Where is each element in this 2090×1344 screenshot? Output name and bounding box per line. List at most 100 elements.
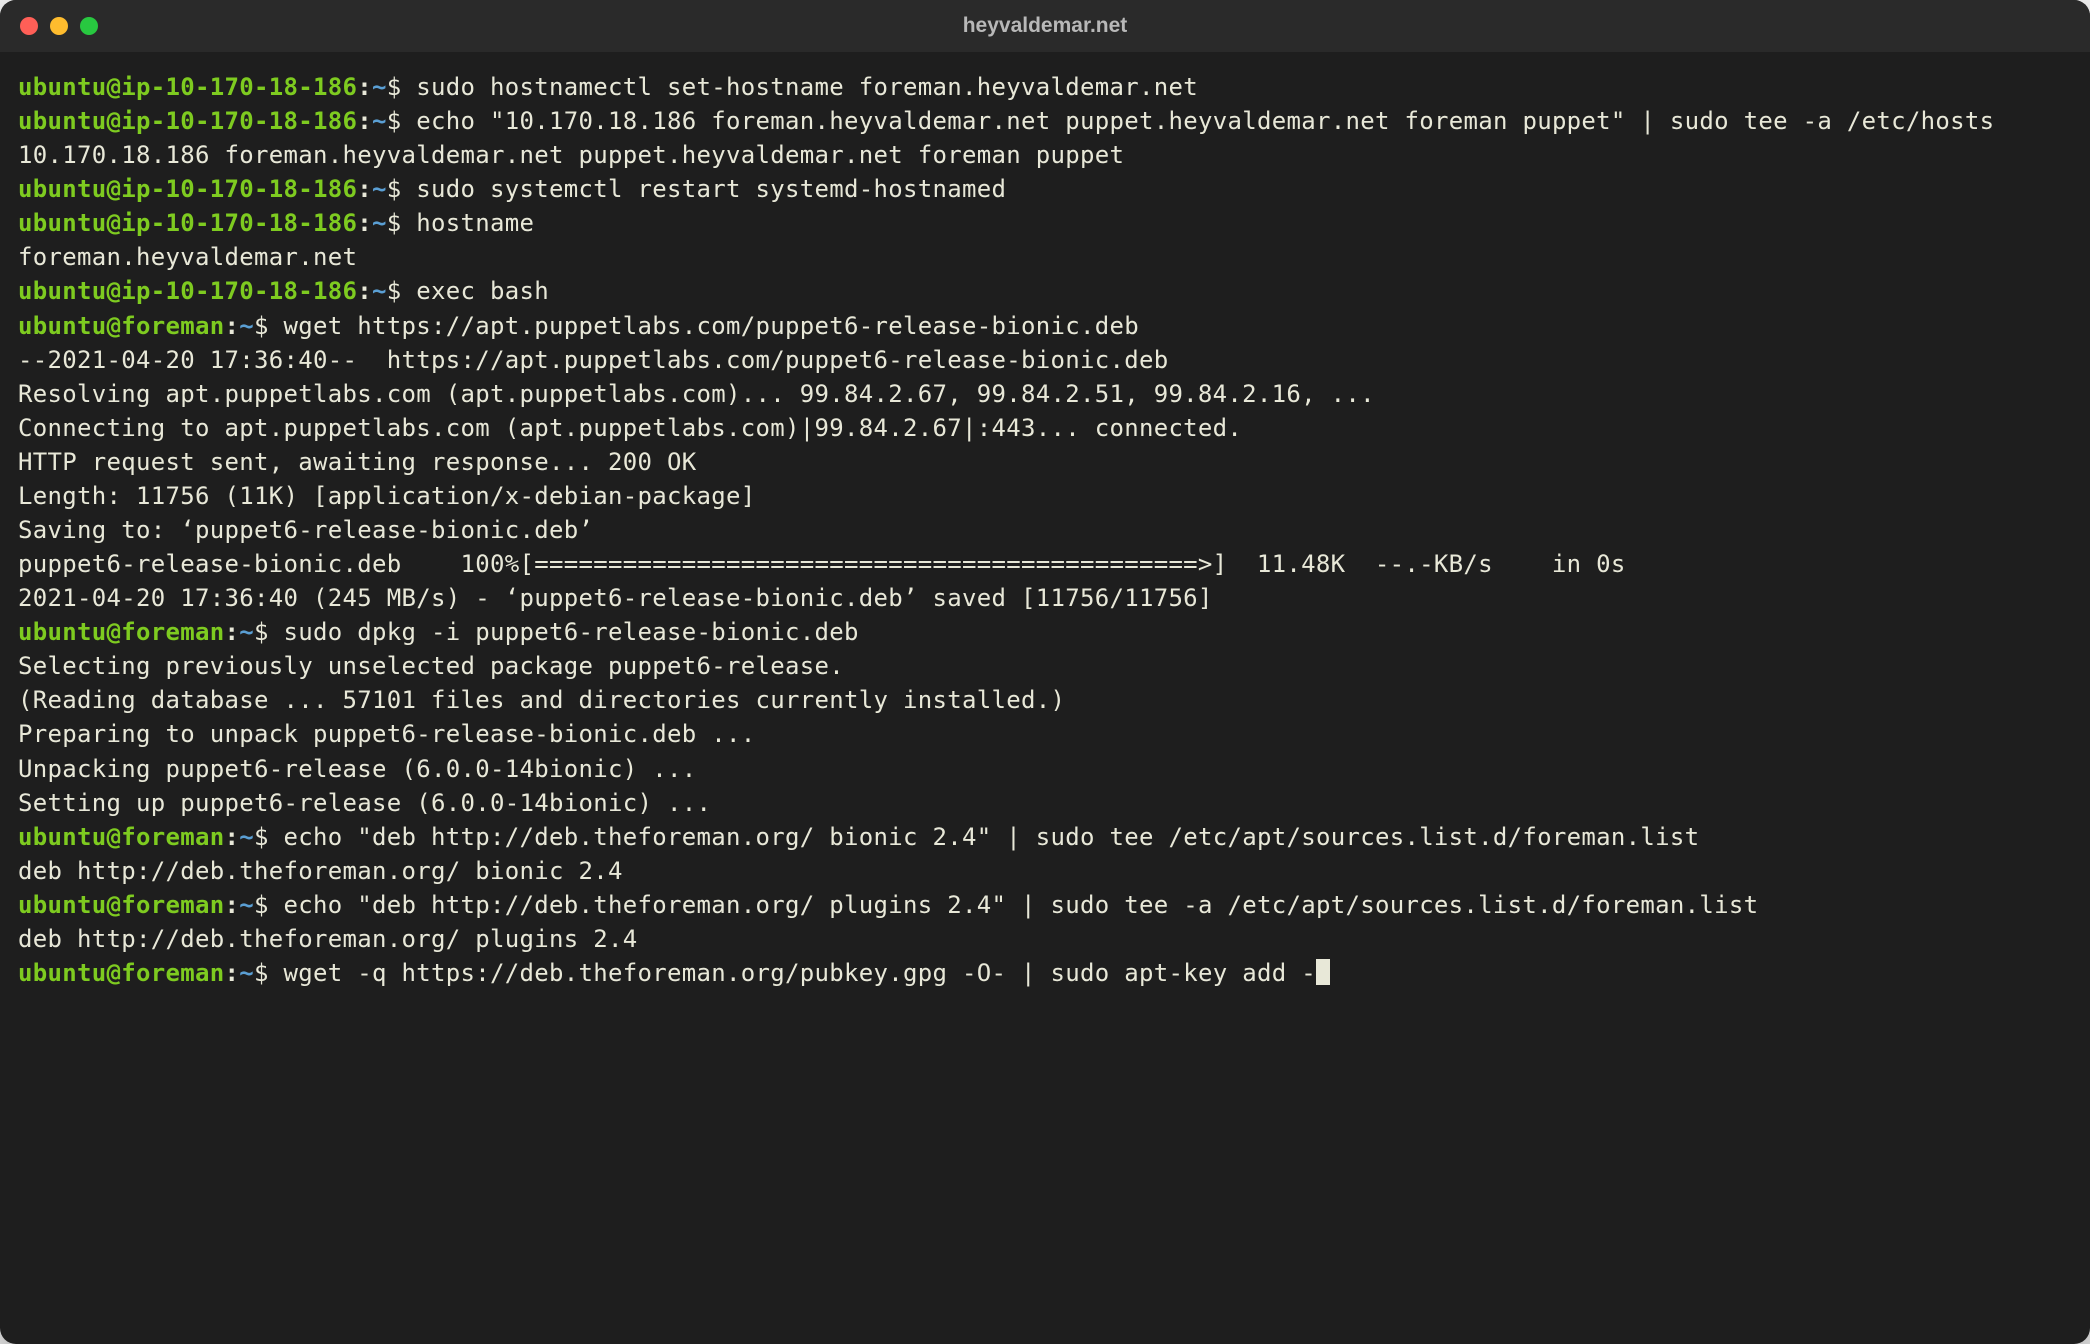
prompt-user: ubuntu — [18, 312, 107, 340]
output-text: Unpacking puppet6-release (6.0.0-14bioni… — [18, 752, 2072, 786]
prompt-path: ~ — [239, 312, 254, 340]
prompt-path: ~ — [372, 277, 387, 305]
prompt-path: ~ — [239, 959, 254, 987]
prompt-symbol: $ — [254, 312, 269, 340]
output-text: 2021-04-20 17:36:40 (245 MB/s) - ‘puppet… — [18, 581, 2072, 615]
prompt-path: ~ — [239, 618, 254, 646]
command-text: sudo systemctl restart systemd-hostnamed — [402, 175, 1007, 203]
command-text: exec bash — [402, 277, 550, 305]
prompt-user: ubuntu — [18, 618, 107, 646]
prompt-path: ~ — [372, 107, 387, 135]
output-text: foreman.heyvaldemar.net — [18, 240, 2072, 274]
terminal-window: heyvaldemar.net ubuntu@ip-10-170-18-186:… — [0, 0, 2090, 1344]
prompt-hostname: foreman — [121, 891, 224, 919]
prompt-host: @ — [107, 175, 122, 203]
prompt-path: ~ — [372, 209, 387, 237]
output-text: Connecting to apt.puppetlabs.com (apt.pu… — [18, 411, 2072, 445]
terminal-line: ubuntu@foreman:~$ echo "deb http://deb.t… — [18, 888, 2072, 922]
prompt-user: ubuntu — [18, 209, 107, 237]
prompt-colon: : — [357, 175, 372, 203]
prompt-hostname: foreman — [121, 312, 224, 340]
terminal-body[interactable]: ubuntu@ip-10-170-18-186:~$ sudo hostname… — [0, 52, 2090, 1344]
prompt-colon: : — [225, 959, 240, 987]
titlebar: heyvaldemar.net — [0, 0, 2090, 52]
prompt-colon: : — [225, 891, 240, 919]
prompt-host: @ — [107, 312, 122, 340]
prompt-host: @ — [107, 107, 122, 135]
prompt-user: ubuntu — [18, 823, 107, 851]
prompt-hostname: ip-10-170-18-186 — [121, 175, 357, 203]
output-text: Length: 11756 (11K) [application/x-debia… — [18, 479, 2072, 513]
prompt-path: ~ — [239, 823, 254, 851]
prompt-hostname: ip-10-170-18-186 — [121, 73, 357, 101]
prompt-host: @ — [107, 209, 122, 237]
prompt-colon: : — [357, 277, 372, 305]
prompt-hostname: foreman — [121, 959, 224, 987]
prompt-symbol: $ — [254, 891, 269, 919]
prompt-user: ubuntu — [18, 891, 107, 919]
prompt-hostname: foreman — [121, 823, 224, 851]
prompt-path: ~ — [239, 891, 254, 919]
output-text: Saving to: ‘puppet6-release-bionic.deb’ — [18, 513, 2072, 547]
prompt-user: ubuntu — [18, 959, 107, 987]
prompt-hostname: ip-10-170-18-186 — [121, 209, 357, 237]
command-text: echo "deb http://deb.theforeman.org/ plu… — [269, 891, 1759, 919]
output-text: deb http://deb.theforeman.org/ plugins 2… — [18, 922, 2072, 956]
command-text: echo "10.170.18.186 foreman.heyvaldemar.… — [402, 107, 1995, 135]
prompt-host: @ — [107, 277, 122, 305]
output-text: Setting up puppet6-release (6.0.0-14bion… — [18, 786, 2072, 820]
terminal-line: ubuntu@ip-10-170-18-186:~$ sudo systemct… — [18, 172, 2072, 206]
prompt-user: ubuntu — [18, 277, 107, 305]
output-text: puppet6-release-bionic.deb 100%[========… — [18, 547, 2072, 581]
prompt-path: ~ — [372, 73, 387, 101]
prompt-colon: : — [357, 209, 372, 237]
prompt-hostname: ip-10-170-18-186 — [121, 277, 357, 305]
terminal-line: ubuntu@foreman:~$ echo "deb http://deb.t… — [18, 820, 2072, 854]
prompt-colon: : — [225, 312, 240, 340]
prompt-host: @ — [107, 959, 122, 987]
output-text: --2021-04-20 17:36:40-- https://apt.pupp… — [18, 343, 2072, 377]
command-text: echo "deb http://deb.theforeman.org/ bio… — [269, 823, 1700, 851]
prompt-user: ubuntu — [18, 73, 107, 101]
traffic-lights — [20, 17, 98, 35]
prompt-colon: : — [225, 618, 240, 646]
terminal-line: ubuntu@ip-10-170-18-186:~$ hostname — [18, 206, 2072, 240]
output-text: Preparing to unpack puppet6-release-bion… — [18, 717, 2072, 751]
output-text: (Reading database ... 57101 files and di… — [18, 683, 2072, 717]
prompt-colon: : — [357, 73, 372, 101]
terminal-line: ubuntu@ip-10-170-18-186:~$ exec bash — [18, 274, 2072, 308]
terminal-line: ubuntu@ip-10-170-18-186:~$ sudo hostname… — [18, 70, 2072, 104]
terminal-line: ubuntu@foreman:~$ wget https://apt.puppe… — [18, 309, 2072, 343]
cursor-icon — [1316, 959, 1330, 985]
minimize-icon[interactable] — [50, 17, 68, 35]
terminal-line: ubuntu@foreman:~$ wget -q https://deb.th… — [18, 956, 2072, 990]
window-title: heyvaldemar.net — [963, 14, 1128, 38]
prompt-symbol: $ — [387, 107, 402, 135]
prompt-hostname: ip-10-170-18-186 — [121, 107, 357, 135]
prompt-user: ubuntu — [18, 107, 107, 135]
terminal-line: ubuntu@foreman:~$ sudo dpkg -i puppet6-r… — [18, 615, 2072, 649]
prompt-symbol: $ — [254, 823, 269, 851]
output-text: HTTP request sent, awaiting response... … — [18, 445, 2072, 479]
maximize-icon[interactable] — [80, 17, 98, 35]
command-text: sudo hostnamectl set-hostname foreman.he… — [402, 73, 1198, 101]
prompt-symbol: $ — [254, 618, 269, 646]
prompt-path: ~ — [372, 175, 387, 203]
output-text: Resolving apt.puppetlabs.com (apt.puppet… — [18, 377, 2072, 411]
prompt-colon: : — [225, 823, 240, 851]
command-text: hostname — [402, 209, 535, 237]
prompt-symbol: $ — [387, 277, 402, 305]
prompt-symbol: $ — [387, 209, 402, 237]
output-text: 10.170.18.186 foreman.heyvaldemar.net pu… — [18, 138, 2072, 172]
command-text: wget https://apt.puppetlabs.com/puppet6-… — [269, 312, 1139, 340]
prompt-host: @ — [107, 891, 122, 919]
prompt-symbol: $ — [254, 959, 269, 987]
prompt-host: @ — [107, 618, 122, 646]
prompt-colon: : — [357, 107, 372, 135]
prompt-user: ubuntu — [18, 175, 107, 203]
prompt-host: @ — [107, 73, 122, 101]
close-icon[interactable] — [20, 17, 38, 35]
prompt-symbol: $ — [387, 73, 402, 101]
prompt-hostname: foreman — [121, 618, 224, 646]
terminal-line: ubuntu@ip-10-170-18-186:~$ echo "10.170.… — [18, 104, 2072, 138]
